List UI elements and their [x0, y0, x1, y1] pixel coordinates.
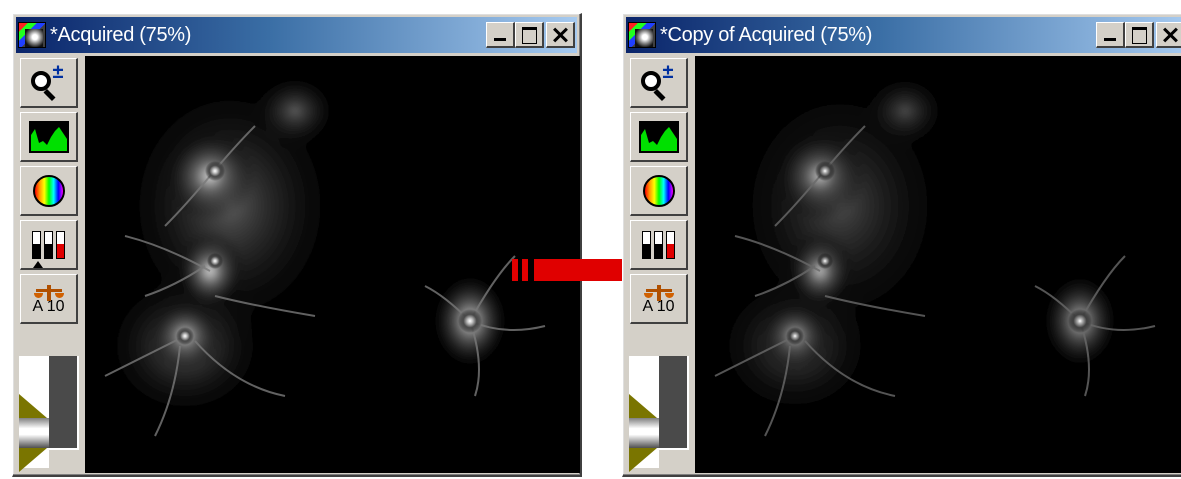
- histogram-button[interactable]: [20, 112, 78, 162]
- title-bar[interactable]: *Acquired (75%): [16, 17, 577, 53]
- maximize-button[interactable]: [1125, 22, 1154, 48]
- scale-label: A 10: [642, 297, 675, 315]
- toolbar-separator: [16, 329, 82, 349]
- toolbar-separator: [626, 329, 692, 349]
- image-app-icon[interactable]: [18, 22, 46, 48]
- image-toolbar: ± A 10: [626, 56, 692, 472]
- window-title: *Acquired (75%): [50, 23, 192, 46]
- close-button[interactable]: [1156, 22, 1181, 48]
- minimize-button[interactable]: [1096, 22, 1125, 48]
- maximize-button[interactable]: [515, 22, 544, 48]
- intensity-slider[interactable]: [16, 352, 82, 472]
- slider-lower-triangle-icon[interactable]: [19, 448, 47, 472]
- lut-icon: [32, 230, 65, 259]
- slider-handle[interactable]: [629, 418, 659, 448]
- image-canvas[interactable]: [85, 56, 580, 473]
- window-title: *Copy of Acquired (75%): [660, 23, 873, 46]
- color-wheel-icon: [642, 174, 675, 207]
- zoom-icon: ±: [29, 61, 69, 101]
- image-window-copy[interactable]: *Copy of Acquired (75%) ± A 10: [622, 13, 1181, 477]
- intensity-slider[interactable]: [626, 352, 692, 472]
- scale-label: A 10: [32, 297, 65, 315]
- color-wheel-icon: [32, 174, 65, 207]
- histogram-button[interactable]: [630, 112, 688, 162]
- lut-icon: [642, 230, 675, 259]
- title-bar[interactable]: *Copy of Acquired (75%): [626, 17, 1181, 53]
- scale-button[interactable]: A 10: [20, 274, 78, 324]
- lut-button[interactable]: [20, 220, 78, 270]
- zoom-button[interactable]: ±: [20, 58, 78, 108]
- image-toolbar: ± A 10: [16, 56, 82, 472]
- zoom-button[interactable]: ±: [630, 58, 688, 108]
- histogram-icon: [28, 120, 69, 153]
- minimize-button[interactable]: [486, 22, 515, 48]
- slider-upper-triangle-icon[interactable]: [629, 394, 657, 418]
- slider-handle[interactable]: [19, 418, 49, 448]
- scale-balance-icon: [33, 283, 64, 301]
- lut-marker-icon: [33, 261, 43, 268]
- close-button[interactable]: [546, 22, 575, 48]
- image-app-icon[interactable]: [628, 22, 656, 48]
- image-canvas[interactable]: [695, 56, 1181, 473]
- histogram-icon: [638, 120, 679, 153]
- slider-lower-triangle-icon[interactable]: [629, 448, 657, 472]
- lut-button[interactable]: [630, 220, 688, 270]
- image-window-acquired[interactable]: *Acquired (75%) ± A 10: [12, 13, 582, 477]
- color-button[interactable]: [20, 166, 78, 216]
- slider-upper-triangle-icon[interactable]: [19, 394, 47, 418]
- color-button[interactable]: [630, 166, 688, 216]
- scale-balance-icon: [643, 283, 674, 301]
- zoom-icon: ±: [639, 61, 679, 101]
- scale-button[interactable]: A 10: [630, 274, 688, 324]
